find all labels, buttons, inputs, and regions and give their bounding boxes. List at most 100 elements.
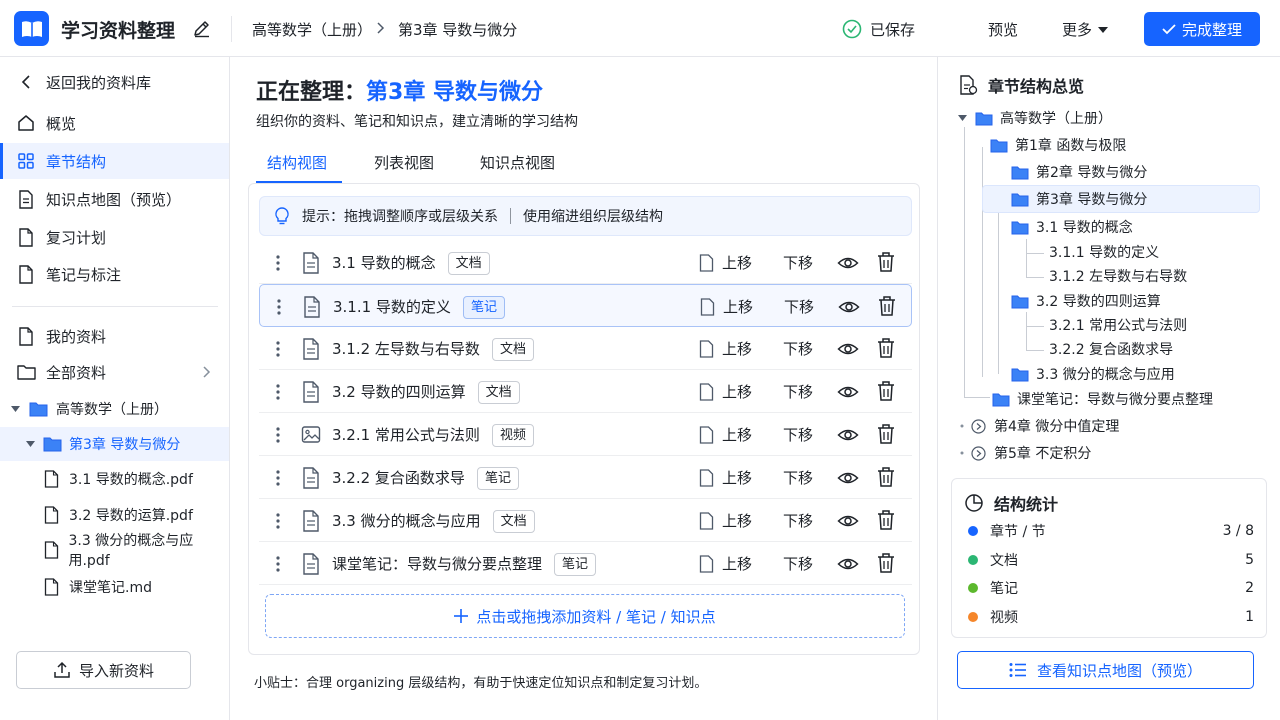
eye-icon[interactable]	[837, 338, 859, 360]
move-down-button[interactable]: 下移	[783, 381, 813, 402]
move-up-button[interactable]: 上移	[699, 467, 752, 488]
file-item[interactable]: 课堂笔记.md	[44, 572, 152, 602]
outline-node-3-2-2[interactable]: 3.2.2 复合函数求导	[1049, 337, 1173, 361]
eye-icon[interactable]	[837, 467, 859, 489]
drag-handle-icon[interactable]	[271, 511, 285, 531]
move-down-button[interactable]: 下移	[783, 338, 813, 359]
folder-icon	[1011, 221, 1029, 234]
move-down-button[interactable]: 下移	[783, 424, 813, 445]
eye-icon[interactable]	[837, 553, 859, 575]
outline-node-3-2-1[interactable]: 3.2.1 常用公式与法则	[1049, 313, 1187, 337]
add-item-dropzone[interactable]: 点击或拖拽添加资料 / 笔记 / 知识点	[265, 594, 905, 638]
eye-icon[interactable]	[837, 424, 859, 446]
outline-node-3-2[interactable]: 3.2 导数的四则运算	[1011, 289, 1161, 313]
table-row[interactable]: 课堂笔记：导数与微分要点整理 笔记 上移 下移	[259, 542, 912, 585]
outline-node-ch1[interactable]: 第1章 函数与极限	[990, 133, 1126, 157]
more-menu-button[interactable]: 更多	[1062, 19, 1109, 40]
table-row[interactable]: 3.1.2 左导数与右导数 文档 上移 下移	[259, 327, 912, 370]
eye-icon[interactable]	[837, 381, 859, 403]
sidebar-item-chapter-structure[interactable]: 章节结构	[0, 143, 229, 179]
eye-icon[interactable]	[838, 296, 860, 318]
drag-handle-icon[interactable]	[272, 297, 286, 317]
outline-node-label: 3.2 导数的四则运算	[1036, 294, 1161, 310]
table-row[interactable]: 3.2 导数的四则运算 文档 上移 下移	[259, 370, 912, 413]
drag-handle-icon[interactable]	[271, 468, 285, 488]
tab-knowledge-view[interactable]: 知识点视图	[480, 150, 555, 184]
table-row-selected[interactable]: 3.1.1 导数的定义 笔记 上移 下移	[259, 284, 912, 327]
back-to-library-link[interactable]: 返回我的资料库	[0, 64, 229, 100]
outline-node-ch2[interactable]: 第2章 导数与微分	[1011, 160, 1147, 184]
outline-node-3-1[interactable]: 3.1 导数的概念	[1011, 215, 1133, 239]
tree-item-chapter-3[interactable]: 第3章 导数与微分	[0, 427, 229, 461]
drag-handle-icon[interactable]	[271, 253, 285, 273]
sidebar-item-review-plan[interactable]: 复习计划	[0, 219, 229, 255]
outline-node-ch4[interactable]: 第4章 微分中值定理	[958, 414, 1119, 438]
view-knowledge-map-button[interactable]: 查看知识点地图（预览）	[957, 651, 1254, 689]
file-name: 课堂笔记.md	[69, 580, 152, 596]
move-up-button[interactable]: 上移	[699, 252, 752, 273]
outline-node-notes[interactable]: 课堂笔记：导数与微分要点整理	[992, 387, 1213, 411]
table-row[interactable]: 3.1 导数的概念 文档 上移 下移	[259, 241, 912, 284]
move-down-button[interactable]: 下移	[783, 252, 813, 273]
file-item[interactable]: 3.2 导数的运算.pdf	[44, 500, 193, 530]
tree-item-book[interactable]: 高等数学（上册）	[0, 392, 229, 426]
breadcrumb-chapter[interactable]: 第3章 导数与微分	[398, 19, 517, 40]
table-row[interactable]: 3.3 微分的概念与应用 文档 上移 下移	[259, 499, 912, 542]
trash-icon[interactable]	[878, 295, 896, 317]
move-down-button[interactable]: 下移	[783, 553, 813, 574]
outline-node-3-3[interactable]: 3.3 微分的概念与应用	[1011, 362, 1175, 386]
trash-icon[interactable]	[877, 423, 895, 445]
drag-handle-icon[interactable]	[271, 425, 285, 445]
file-item[interactable]: 3.3 微分的概念与应用.pdf	[44, 533, 229, 569]
outline-node-book[interactable]: 高等数学（上册）	[958, 106, 1112, 130]
preview-button[interactable]: 预览	[988, 19, 1018, 40]
sidebar-item-overview[interactable]: 概览	[0, 105, 229, 141]
edit-icon[interactable]	[192, 18, 212, 38]
sidebar-item-all-files[interactable]: 全部资料	[0, 354, 229, 390]
outline-node-3-1-1[interactable]: 3.1.1 导数的定义	[1049, 240, 1159, 264]
outline-node-ch3[interactable]: 第3章 导数与微分	[1011, 187, 1147, 211]
move-down-button[interactable]: 下移	[783, 467, 813, 488]
type-badge: 笔记	[554, 553, 597, 576]
tab-structure-view[interactable]: 结构视图	[267, 150, 327, 184]
file-item[interactable]: 3.1 导数的概念.pdf	[44, 464, 193, 494]
move-down-button[interactable]: 下移	[784, 296, 814, 317]
clock-icon	[971, 445, 986, 461]
trash-icon[interactable]	[877, 552, 895, 574]
outline-node-ch5[interactable]: 第5章 不定积分	[958, 441, 1091, 465]
trash-icon[interactable]	[877, 509, 895, 531]
table-row[interactable]: 3.2.1 常用公式与法则 视频 上移 下移	[259, 413, 912, 456]
move-up-button[interactable]: 上移	[700, 296, 753, 317]
stat-row-documents: 文档 5	[968, 549, 1254, 571]
move-up-button[interactable]: 上移	[699, 510, 752, 531]
breadcrumb-book[interactable]: 高等数学（上册）	[252, 19, 372, 40]
trash-icon[interactable]	[877, 466, 895, 488]
move-up-button[interactable]: 上移	[699, 381, 752, 402]
sidebar-item-my-files[interactable]: 我的资料	[0, 318, 229, 354]
import-button[interactable]: 导入新资料	[16, 651, 191, 689]
move-down-button[interactable]: 下移	[783, 510, 813, 531]
eye-icon[interactable]	[837, 510, 859, 532]
legend-dot-orange	[968, 612, 978, 622]
tab-list-view[interactable]: 列表视图	[374, 150, 434, 184]
trash-icon[interactable]	[877, 337, 895, 359]
trash-icon[interactable]	[877, 251, 895, 273]
drag-handle-icon[interactable]	[271, 554, 285, 574]
type-badge: 文档	[447, 252, 490, 275]
drag-handle-icon[interactable]	[271, 339, 285, 359]
move-up-button[interactable]: 上移	[699, 338, 752, 359]
sidebar-item-notes[interactable]: 笔记与标注	[0, 256, 229, 292]
tree-item-label: 第3章 导数与微分	[69, 437, 181, 453]
sidebar-item-knowledge-map[interactable]: 知识点地图（预览）	[0, 181, 229, 217]
move-up-button[interactable]: 上移	[699, 424, 752, 445]
move-up-button[interactable]: 上移	[699, 553, 752, 574]
type-badge: 文档	[477, 381, 520, 404]
eye-icon[interactable]	[837, 252, 859, 274]
chevron-dot-icon	[960, 451, 964, 455]
finish-button[interactable]: 完成整理	[1144, 12, 1260, 46]
table-row[interactable]: 3.2.2 复合函数求导 笔记 上移 下移	[259, 456, 912, 499]
outline-node-label: 课堂笔记：导数与微分要点整理	[1017, 392, 1213, 408]
drag-handle-icon[interactable]	[271, 382, 285, 402]
outline-node-3-1-2[interactable]: 3.1.2 左导数与右导数	[1049, 264, 1187, 288]
trash-icon[interactable]	[877, 380, 895, 402]
